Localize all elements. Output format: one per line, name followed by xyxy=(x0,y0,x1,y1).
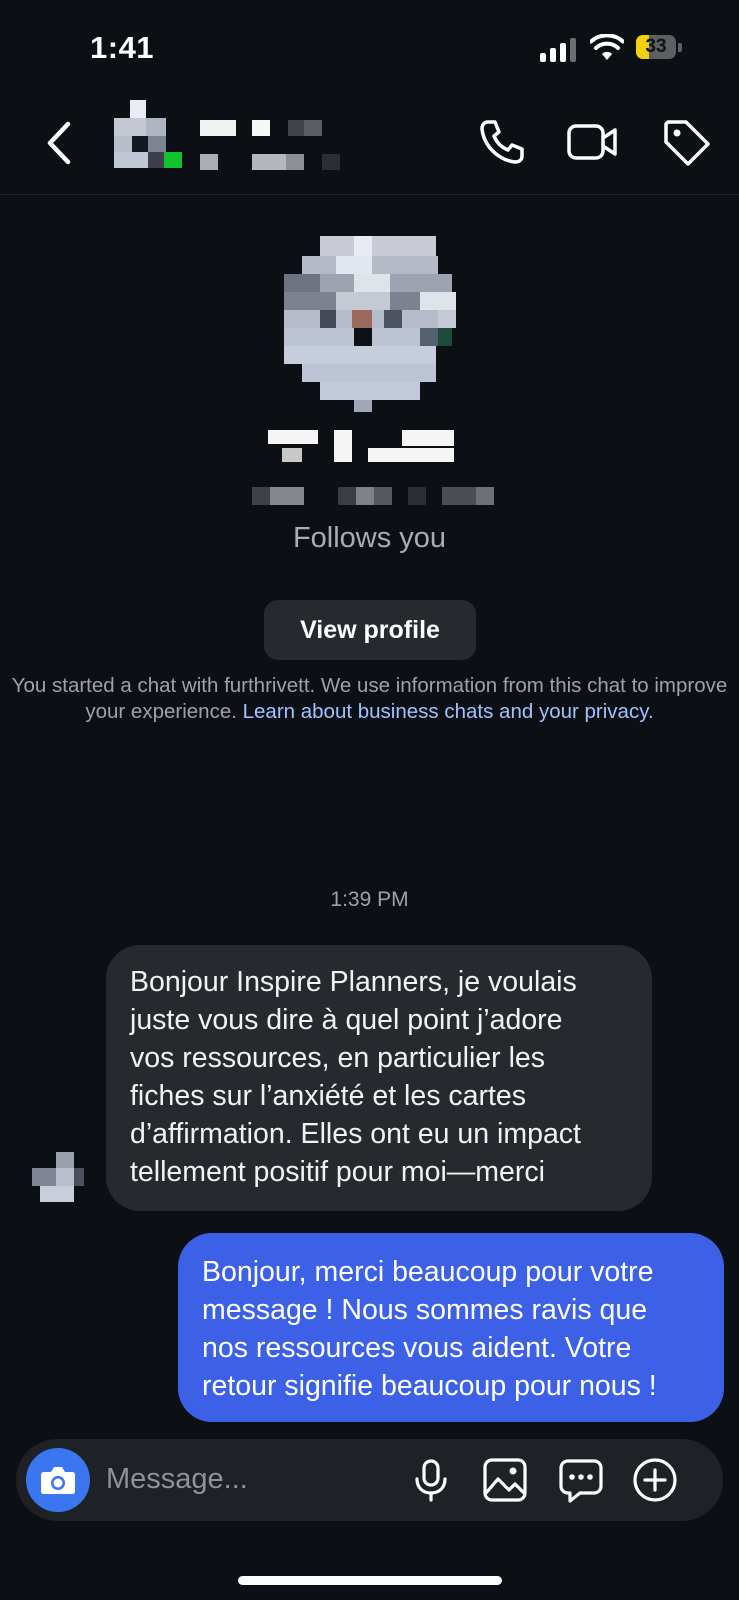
header-contact-avatar[interactable] xyxy=(108,100,184,200)
phone-icon[interactable] xyxy=(476,116,528,168)
tag-icon[interactable] xyxy=(660,116,712,168)
view-profile-button[interactable]: View profile xyxy=(264,600,476,660)
message-composer: Message... xyxy=(16,1439,723,1521)
follows-you-label: Follows you xyxy=(292,522,447,554)
battery-percentage: 33 xyxy=(645,36,667,57)
video-camera-icon[interactable] xyxy=(566,116,618,168)
notice-period: . xyxy=(647,700,654,723)
gallery-icon[interactable] xyxy=(482,1457,528,1503)
profile-name xyxy=(268,430,468,462)
home-indicator[interactable] xyxy=(238,1576,502,1585)
outgoing-message-text: Bonjour, merci beaucoup pour votre messa… xyxy=(202,1256,657,1402)
sticker-icon[interactable] xyxy=(558,1457,604,1503)
battery-icon: 33 xyxy=(636,35,684,61)
back-arrow-icon[interactable] xyxy=(40,118,80,168)
cellular-signal-icon xyxy=(540,36,578,62)
message-input[interactable]: Message... xyxy=(106,1463,248,1496)
sender-avatar[interactable] xyxy=(26,1152,86,1208)
incoming-message-text: Bonjour Inspire Planners, je voulais jus… xyxy=(130,966,581,1188)
outgoing-message-bubble[interactable]: Bonjour, merci beaucoup pour votre messa… xyxy=(178,1233,724,1422)
incoming-message-bubble[interactable]: Bonjour Inspire Planners, je voulais jus… xyxy=(106,945,652,1211)
wifi-icon xyxy=(590,34,624,60)
status-time: 1:41 xyxy=(90,30,155,65)
profile-username xyxy=(252,487,518,505)
header-contact-name[interactable] xyxy=(196,118,356,174)
privacy-link[interactable]: Learn about business chats and your priv… xyxy=(243,700,648,723)
profile-avatar[interactable] xyxy=(270,236,470,420)
business-chat-notice: You started a chat with furthrivett. We … xyxy=(10,673,729,725)
camera-icon xyxy=(41,1467,75,1494)
message-timestamp: 1:39 PM xyxy=(330,888,409,911)
microphone-icon[interactable] xyxy=(408,1457,454,1503)
header-divider xyxy=(0,194,739,195)
plus-icon[interactable] xyxy=(632,1457,678,1503)
camera-button[interactable] xyxy=(26,1448,90,1512)
